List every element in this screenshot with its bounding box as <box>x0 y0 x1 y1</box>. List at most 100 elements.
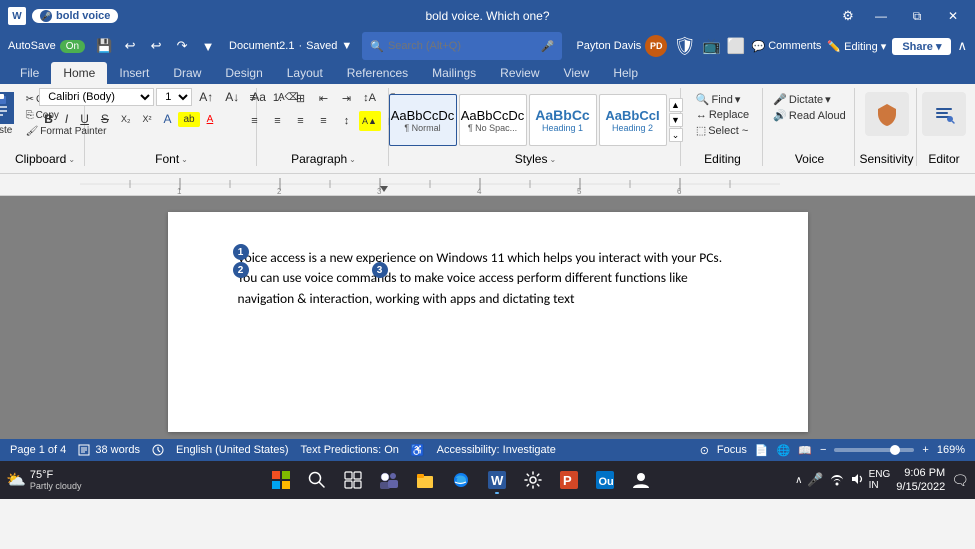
zoom-plus[interactable]: + <box>922 444 928 456</box>
share-button[interactable]: Share ▾ <box>892 38 951 55</box>
language[interactable]: English (United States) <box>176 444 289 456</box>
zoom-thumb[interactable] <box>890 445 900 455</box>
read-aloud-button[interactable]: 🔊 Read Aloud <box>771 108 848 123</box>
powerpoint-button[interactable]: P <box>553 464 585 496</box>
style-normal[interactable]: AaBbCcDc ¶ Normal <box>389 94 457 146</box>
shading-button[interactable]: A▲ <box>359 111 381 131</box>
taskbar-settings-button[interactable] <box>517 464 549 496</box>
align-right-button[interactable]: ≡ <box>290 111 312 131</box>
align-left-button[interactable]: ≡ <box>244 111 266 131</box>
search-input[interactable] <box>388 40 537 52</box>
bullets-button[interactable]: ≡· <box>244 88 266 108</box>
decrease-indent-button[interactable]: ⇤ <box>313 88 335 108</box>
multilevel-button[interactable]: ⊞ <box>290 88 312 108</box>
paste-button[interactable]: Paste <box>0 88 20 140</box>
align-center-button[interactable]: ≡ <box>267 111 289 131</box>
start-button[interactable] <box>265 464 297 496</box>
superscript-button[interactable]: X² <box>137 112 156 126</box>
clock[interactable]: 9:06 PM 9/15/2022 <box>896 466 945 495</box>
minimize-button[interactable]: — <box>867 4 895 28</box>
highlight-button[interactable]: ab <box>178 112 199 127</box>
view-read-icon[interactable]: 📖 <box>798 444 812 457</box>
saved-dropdown[interactable]: ▼ <box>341 40 352 52</box>
style-no-spacing[interactable]: AaBbCcDc ¶ No Spac... <box>459 94 527 146</box>
shield-icon[interactable]: 🛡 <box>673 36 696 57</box>
tab-insert[interactable]: Insert <box>107 62 161 84</box>
more-icon[interactable]: ▼ <box>197 35 219 57</box>
autosave-toggle[interactable]: On <box>60 40 85 53</box>
underline-button[interactable]: U <box>75 110 94 128</box>
font-expand-icon[interactable]: ⌄ <box>181 155 188 164</box>
edge-button[interactable] <box>445 464 477 496</box>
styles-scroll-down[interactable]: ▼ <box>669 113 683 127</box>
mic-search-icon[interactable]: 🎤 <box>541 40 555 53</box>
volume-icon[interactable] <box>850 472 864 489</box>
files-button[interactable] <box>409 464 441 496</box>
more-options-icon[interactable]: ⬜ <box>727 37 746 55</box>
document-page[interactable]: 1 2 3 Voice access is a new experience o… <box>168 212 808 432</box>
tab-layout[interactable]: Layout <box>275 62 335 84</box>
tab-home[interactable]: Home <box>51 62 107 84</box>
teams-button[interactable] <box>373 464 405 496</box>
tab-help[interactable]: Help <box>601 62 650 84</box>
comments-button[interactable]: 💬 Editing Comments <box>752 40 822 53</box>
zoom-minus[interactable]: − <box>820 444 826 456</box>
sensitivity-button[interactable] <box>865 92 909 136</box>
close-button[interactable]: ✕ <box>939 4 967 28</box>
document-text[interactable]: Voice access is a new experience on Wind… <box>238 248 738 309</box>
tab-file[interactable]: File <box>8 62 51 84</box>
sort-button[interactable]: ↕A <box>359 88 381 108</box>
focus-label[interactable]: Focus <box>717 444 747 456</box>
redo-button[interactable]: ↷ <box>171 35 193 57</box>
chevron-up-icon[interactable]: ∧ <box>795 475 802 486</box>
tab-mailings[interactable]: Mailings <box>420 62 488 84</box>
eng-input[interactable]: ENGIN <box>869 469 891 491</box>
undo-button[interactable]: ↩ <box>119 35 141 57</box>
tab-review[interactable]: Review <box>488 62 551 84</box>
italic-button[interactable]: I <box>60 110 73 128</box>
notifications-icon[interactable]: 🗨 <box>951 472 969 489</box>
style-heading1[interactable]: AaBbCc Heading 1 <box>529 94 597 146</box>
select-button[interactable]: ⬚ Select ~ <box>694 123 750 138</box>
bold-button[interactable]: B <box>39 110 58 128</box>
tab-view[interactable]: View <box>552 62 602 84</box>
increase-indent-button[interactable]: ⇥ <box>336 88 358 108</box>
tab-references[interactable]: References <box>335 62 420 84</box>
profile-button[interactable] <box>625 464 657 496</box>
network-icon[interactable] <box>829 472 845 489</box>
font-grow-button[interactable]: A↑ <box>194 88 218 106</box>
text-effects-button[interactable]: A <box>158 110 176 128</box>
justify-button[interactable]: ≡ <box>313 111 335 131</box>
settings-icon[interactable]: ⚙ <box>837 5 859 27</box>
zoom-percent[interactable]: 169% <box>937 444 965 456</box>
save-icon[interactable]: 💾 <box>93 35 115 57</box>
view-print-icon[interactable]: 📄 <box>755 444 769 457</box>
outlook-button[interactable]: Ou <box>589 464 621 496</box>
task-view-button[interactable] <box>337 464 369 496</box>
editing-button[interactable]: ✏️ Editing ▾ <box>827 40 886 53</box>
styles-scroll-up[interactable]: ▲ <box>669 98 683 112</box>
mic-tray-icon[interactable]: 🎤 <box>807 472 823 488</box>
style-heading2[interactable]: AaBbCcI Heading 2 <box>599 94 667 146</box>
word-button[interactable]: W <box>481 464 513 496</box>
undo2-button[interactable]: ↩ <box>145 35 167 57</box>
taskbar-search-button[interactable] <box>301 464 333 496</box>
tab-design[interactable]: Design <box>213 62 274 84</box>
paragraph-expand-icon[interactable]: ⌄ <box>349 155 356 164</box>
weather-info[interactable]: ⛅ 75°F Partly cloudy <box>6 469 81 491</box>
editor-button[interactable] <box>922 92 966 136</box>
font-color-button[interactable]: A <box>202 112 219 127</box>
find-button[interactable]: 🔍 Find ▾ <box>694 92 743 107</box>
strikethrough-button[interactable]: S <box>96 110 114 128</box>
line-spacing-button[interactable]: ↕ <box>336 111 358 131</box>
view-web-icon[interactable]: 🌐 <box>777 444 791 457</box>
clipboard-expand-icon[interactable]: ⌄ <box>68 155 75 164</box>
dictate-button[interactable]: 🎤 Dictate ▾ <box>771 92 832 107</box>
accessibility-status[interactable]: Accessibility: Investigate <box>437 444 556 456</box>
zoom-slider[interactable] <box>834 448 914 452</box>
present-icon[interactable]: 📺 <box>702 37 721 55</box>
font-size-select[interactable]: 11 <box>156 88 192 106</box>
tab-draw[interactable]: Draw <box>161 62 213 84</box>
font-family-select[interactable]: Calibri (Body) <box>39 88 154 106</box>
subscript-button[interactable]: X₂ <box>116 112 136 126</box>
